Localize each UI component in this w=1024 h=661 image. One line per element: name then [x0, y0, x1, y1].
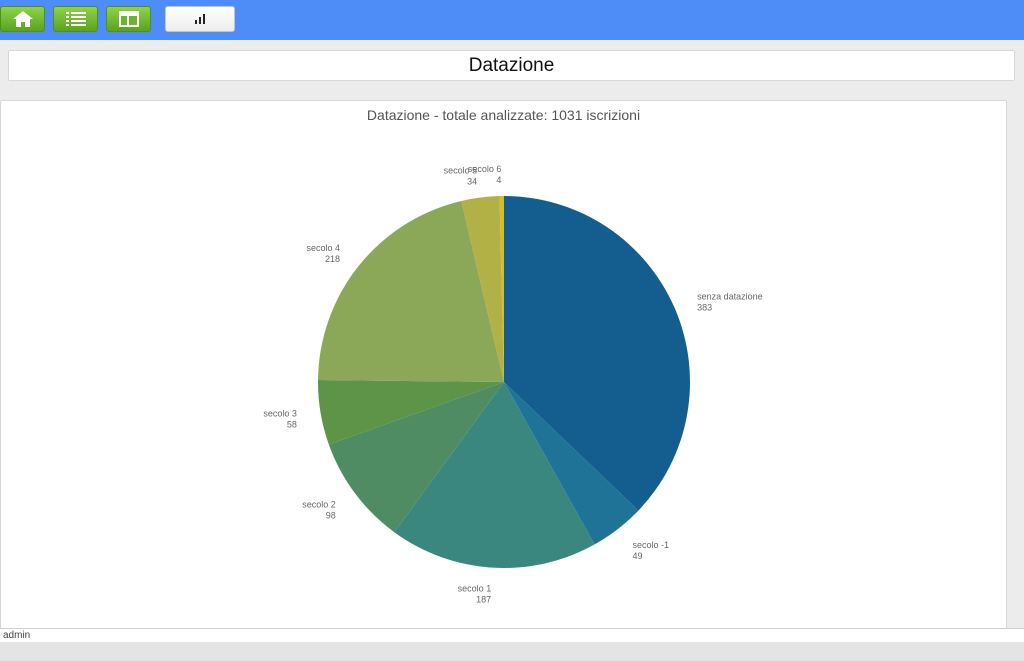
status-footer: admin	[0, 628, 1024, 642]
table-button[interactable]	[106, 6, 151, 32]
list-icon	[65, 12, 86, 26]
pie-label: senza datazione 383	[697, 291, 763, 312]
pie-chart: senza datazione 383 secolo -1 49 secolo 1 187…	[263, 164, 763, 605]
bottom-strip	[0, 642, 1024, 661]
pie-label: secolo 2 98	[302, 500, 336, 521]
pie-label: secolo 3 58	[263, 409, 297, 430]
chart-title: Datazione - totale analizzate: 1031 iscr…	[366, 107, 641, 123]
pie-label: secolo 4 218	[307, 243, 341, 264]
list-button[interactable]	[53, 6, 98, 32]
scrollbar[interactable]	[1007, 100, 1024, 628]
pie-label: secolo -1 49	[632, 540, 669, 561]
top-toolbar	[0, 0, 1024, 40]
page-title: Datazione	[8, 50, 1015, 81]
chart-button[interactable]	[165, 6, 235, 32]
home-button[interactable]	[0, 6, 45, 32]
pie-label: secolo 1 187	[458, 584, 492, 605]
table-layout-icon	[118, 11, 139, 27]
home-icon	[12, 11, 33, 27]
page-title-text: Datazione	[468, 54, 555, 76]
footer-username: admin	[3, 630, 31, 641]
bar-chart-icon	[195, 14, 205, 24]
